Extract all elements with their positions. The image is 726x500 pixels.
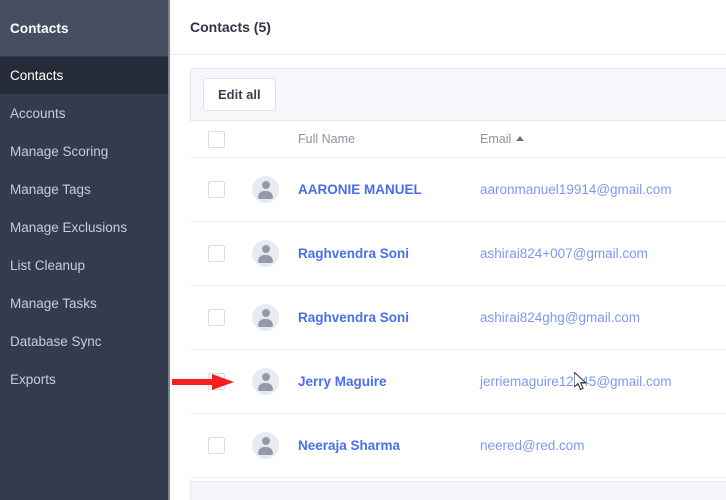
select-all-header [190, 121, 252, 158]
contact-email-link[interactable]: jerriemaguire12345@gmail.com [480, 374, 672, 389]
sidebar-item-label: Manage Scoring [10, 143, 109, 159]
table-row[interactable]: Raghvendra Soni ashirai824ghg@gmail.com [190, 285, 726, 350]
sidebar-nav: Contacts Accounts Manage Scoring Manage … [0, 56, 168, 398]
contact-email-link[interactable]: aaronmanuel19914@gmail.com [480, 182, 672, 197]
row-email-cell: jerriemaguire12345@gmail.com [480, 349, 726, 414]
table-row[interactable]: Neeraja Sharma neered@red.com [190, 413, 726, 478]
table-header: Full Name Email [190, 121, 726, 158]
sidebar-item-manage-scoring[interactable]: Manage Scoring [0, 132, 168, 170]
row-avatar-cell [252, 413, 298, 478]
table-body: AARONIE MANUEL aaronmanuel19914@gmail.co… [190, 157, 726, 478]
sidebar-header: Contacts [0, 0, 168, 56]
sidebar-item-label: Database Sync [10, 333, 102, 349]
sidebar-item-label: Manage Exclusions [10, 219, 128, 235]
contact-name-link[interactable]: Neeraja Sharma [298, 438, 400, 453]
row-checkbox[interactable] [208, 309, 225, 326]
sidebar-item-database-sync[interactable]: Database Sync [0, 322, 168, 360]
row-checkbox[interactable] [208, 437, 225, 454]
contact-name-link[interactable]: Jerry Maguire [298, 374, 387, 389]
avatar-header [252, 121, 298, 158]
table-row[interactable]: Jerry Maguire jerriemaguire12345@gmail.c… [190, 349, 726, 414]
row-name-cell: Jerry Maguire [298, 349, 480, 414]
person-icon [252, 432, 279, 459]
sidebar-item-manage-exclusions[interactable]: Manage Exclusions [0, 208, 168, 246]
row-name-cell: AARONIE MANUEL [298, 157, 480, 222]
row-avatar-cell [252, 221, 298, 286]
column-header-label: Email [480, 132, 512, 146]
main-content: Contacts (5) Edit all Full Name Email AA… [170, 0, 726, 500]
row-email-cell: ashirai824ghg@gmail.com [480, 285, 726, 350]
row-avatar-cell [252, 349, 298, 414]
edit-all-button[interactable]: Edit all [203, 78, 276, 111]
contact-name-link[interactable]: Raghvendra Soni [298, 246, 409, 261]
sidebar-item-exports[interactable]: Exports [0, 360, 168, 398]
column-header-label: Full Name [298, 132, 355, 146]
row-name-cell: Raghvendra Soni [298, 221, 480, 286]
row-email-cell: ashirai824+007@gmail.com [480, 221, 726, 286]
sidebar-item-list-cleanup[interactable]: List Cleanup [0, 246, 168, 284]
column-header-full-name[interactable]: Full Name [298, 121, 480, 158]
row-checkbox[interactable] [208, 373, 225, 390]
contact-email-link[interactable]: neered@red.com [480, 438, 585, 453]
caret-up-icon [516, 136, 525, 141]
row-avatar-cell [252, 285, 298, 350]
select-all-checkbox[interactable] [208, 130, 225, 148]
row-checkbox[interactable] [208, 181, 225, 198]
table-row[interactable]: AARONIE MANUEL aaronmanuel19914@gmail.co… [190, 157, 726, 222]
sidebar-header-title: Contacts [10, 20, 69, 36]
row-avatar-cell [252, 157, 298, 222]
table-toolbar: Edit all [190, 68, 726, 121]
page-header: Contacts (5) [170, 0, 726, 55]
sidebar-item-label: List Cleanup [10, 257, 86, 273]
sidebar-item-manage-tags[interactable]: Manage Tags [0, 170, 168, 208]
column-header-email[interactable]: Email [480, 121, 726, 158]
row-checkbox-cell [190, 413, 252, 478]
contact-name-link[interactable]: AARONIE MANUEL [298, 182, 422, 197]
row-email-cell: aaronmanuel19914@gmail.com [480, 157, 726, 222]
app-root: Contacts Contacts Accounts Manage Scorin… [0, 0, 726, 500]
contacts-table: Full Name Email AARONIE MANUEL aaronmanu… [190, 121, 726, 478]
row-name-cell: Raghvendra Soni [298, 285, 480, 350]
person-icon [252, 368, 279, 395]
contact-email-link[interactable]: ashirai824+007@gmail.com [480, 246, 648, 261]
row-checkbox-cell [190, 221, 252, 286]
row-checkbox[interactable] [208, 245, 225, 262]
sidebar: Contacts Contacts Accounts Manage Scorin… [0, 0, 170, 500]
contacts-panel: Edit all Full Name Email AARONIE MANUEL … [170, 55, 726, 500]
sidebar-item-label: Contacts [10, 68, 64, 83]
row-email-cell: neered@red.com [480, 413, 726, 478]
table-header-row: Full Name Email [190, 121, 726, 158]
row-checkbox-cell [190, 349, 252, 414]
person-icon [252, 240, 279, 267]
row-checkbox-cell [190, 285, 252, 350]
contact-name-link[interactable]: Raghvendra Soni [298, 310, 409, 325]
person-icon [252, 304, 279, 331]
sidebar-item-label: Manage Tags [10, 181, 91, 197]
contact-email-link[interactable]: ashirai824ghg@gmail.com [480, 310, 640, 325]
sidebar-item-manage-tasks[interactable]: Manage Tasks [0, 284, 168, 322]
table-row[interactable]: Raghvendra Soni ashirai824+007@gmail.com [190, 221, 726, 286]
table-footer-strip [190, 481, 726, 500]
sidebar-item-label: Exports [10, 371, 56, 387]
person-icon [252, 176, 279, 203]
sidebar-item-label: Accounts [10, 105, 66, 121]
row-name-cell: Neeraja Sharma [298, 413, 480, 478]
sidebar-item-label: Manage Tasks [10, 295, 97, 311]
sidebar-item-accounts[interactable]: Accounts [0, 94, 168, 132]
row-checkbox-cell [190, 157, 252, 222]
sidebar-item-contacts[interactable]: Contacts [0, 57, 168, 94]
page-title: Contacts (5) [190, 19, 271, 35]
